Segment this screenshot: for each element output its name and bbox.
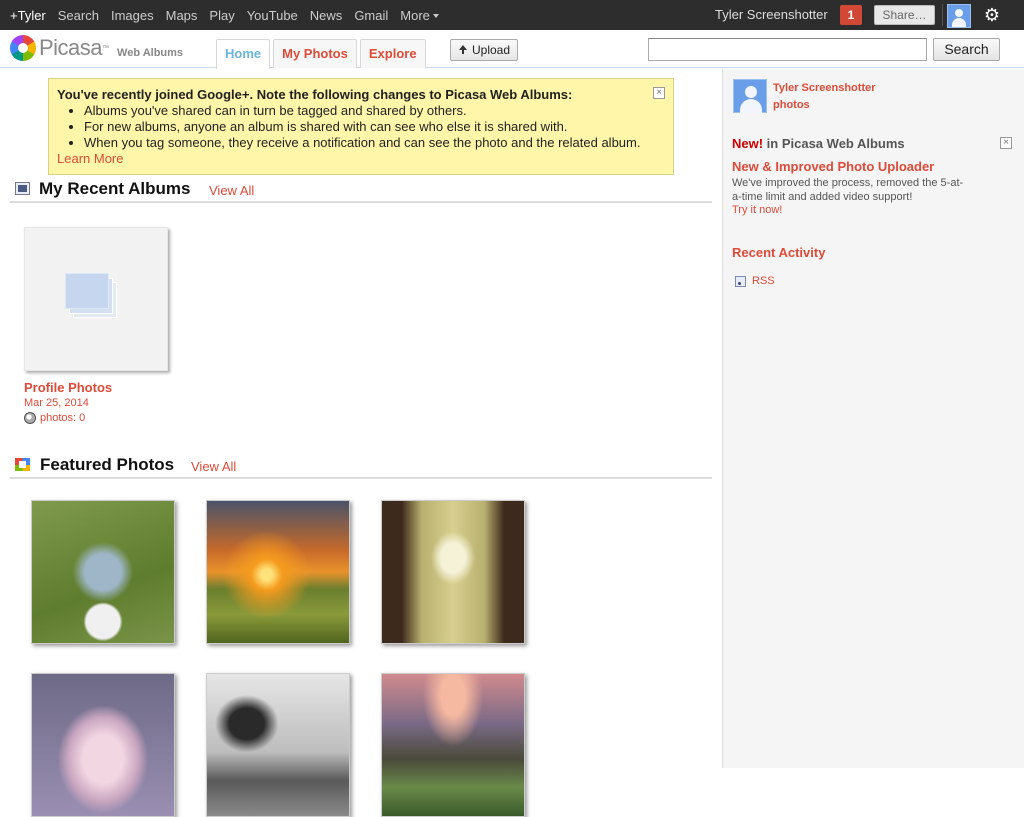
share-box[interactable]: Share… bbox=[874, 5, 935, 25]
upload-label: Upload bbox=[472, 43, 511, 57]
featured-photo-butterfly[interactable] bbox=[31, 500, 175, 644]
tab-my-photos[interactable]: My Photos bbox=[273, 39, 357, 68]
whats-new-heading: New! in Picasa Web Albums bbox=[732, 136, 905, 151]
picasa-header: Picasa ™ Web Albums Home My Photos Explor… bbox=[0, 30, 1024, 69]
gbar-item-gmail[interactable]: Gmail bbox=[348, 0, 394, 30]
gbar-item-news[interactable]: News bbox=[304, 0, 349, 30]
close-icon[interactable]: × bbox=[1000, 137, 1012, 149]
featured-photo-portrait[interactable] bbox=[206, 673, 350, 817]
featured-photos-header: Featured Photos View All bbox=[10, 455, 712, 479]
try-it-now-link[interactable]: Try it now! bbox=[732, 204, 782, 216]
notice-list: Albums you've shared can in turn be tagg… bbox=[84, 103, 665, 151]
album-thumbnail[interactable] bbox=[24, 227, 168, 371]
search-button[interactable]: Search bbox=[933, 38, 1000, 61]
picasa-logo[interactable]: Picasa ™ Web Albums bbox=[10, 35, 183, 61]
notification-badge[interactable]: 1 bbox=[840, 5, 862, 25]
featured-photos-view-all[interactable]: View All bbox=[191, 459, 236, 474]
sidebar-photos-link[interactable]: photos bbox=[773, 99, 810, 111]
upload-button[interactable]: Upload bbox=[450, 39, 519, 61]
logo-text: Picasa bbox=[39, 35, 103, 60]
right-sidebar: Tyler Screenshotter photos New! in Picas… bbox=[722, 69, 1024, 768]
gbar-item-youtube[interactable]: YouTube bbox=[241, 0, 304, 30]
main-content: You've recently joined Google+. Note the… bbox=[0, 69, 722, 817]
album-name-link[interactable]: Profile Photos bbox=[24, 380, 112, 395]
rss-label: RSS bbox=[752, 275, 775, 287]
main-tabs: Home My Photos Explore bbox=[216, 39, 429, 69]
notice-bullet: For new albums, anyone an album is share… bbox=[84, 119, 665, 135]
google-bar: +Tyler Search Images Maps Play YouTube N… bbox=[0, 0, 1024, 30]
notice-bullet: Albums you've shared can in turn be tagg… bbox=[84, 103, 665, 119]
close-icon[interactable]: × bbox=[653, 87, 665, 99]
chevron-down-icon bbox=[432, 14, 439, 18]
album-photo-count[interactable]: photos: 0 bbox=[24, 412, 85, 424]
rss-link[interactable]: RSS bbox=[735, 275, 775, 287]
sidebar-avatar[interactable] bbox=[733, 79, 767, 113]
gbar-user-name[interactable]: Tyler Screenshotter bbox=[715, 7, 828, 22]
gbar-item-plus-tyler[interactable]: +Tyler bbox=[4, 0, 52, 30]
featured-photos-title: Featured Photos bbox=[40, 455, 175, 474]
new-label: New! bbox=[732, 136, 764, 151]
uploader-feature-description: We've improved the process, removed the … bbox=[732, 177, 964, 203]
gbar-more-menu[interactable]: More bbox=[394, 0, 445, 30]
gbar-item-images[interactable]: Images bbox=[105, 0, 160, 30]
gbar-item-play[interactable]: Play bbox=[203, 0, 240, 30]
tab-home[interactable]: Home bbox=[216, 39, 271, 69]
gbar-item-maps[interactable]: Maps bbox=[160, 0, 204, 30]
featured-icon bbox=[15, 458, 30, 471]
notice-bullet: When you tag someone, they receive a not… bbox=[84, 135, 665, 151]
search-input[interactable] bbox=[648, 38, 927, 61]
gear-icon[interactable]: ⚙ bbox=[982, 5, 1002, 25]
uploader-feature-link[interactable]: New & Improved Photo Uploader bbox=[732, 159, 934, 174]
album-placeholder-layer bbox=[65, 273, 109, 309]
album-count-label: photos: 0 bbox=[40, 412, 86, 424]
sidebar-user-name[interactable]: Tyler Screenshotter bbox=[773, 82, 876, 94]
recent-activity-heading: Recent Activity bbox=[732, 245, 826, 260]
recent-albums-view-all[interactable]: View All bbox=[209, 183, 254, 198]
album-date: Mar 25, 2014 bbox=[24, 397, 89, 409]
gbar-item-search[interactable]: Search bbox=[52, 0, 105, 30]
notice-title: You've recently joined Google+. Note the… bbox=[57, 87, 573, 102]
picasa-logo-icon bbox=[10, 35, 36, 61]
logo-subtitle: Web Albums bbox=[117, 47, 184, 59]
tab-explore[interactable]: Explore bbox=[359, 39, 426, 68]
albums-icon bbox=[15, 182, 30, 195]
featured-photo-flower[interactable] bbox=[31, 673, 175, 817]
featured-photo-canyon[interactable] bbox=[381, 673, 525, 817]
featured-photo-sunset-field[interactable] bbox=[206, 500, 350, 644]
gbar-more-label: More bbox=[400, 7, 430, 23]
globe-icon bbox=[24, 412, 36, 424]
gbar-divider bbox=[942, 4, 943, 26]
upload-icon bbox=[458, 45, 468, 55]
google-plus-notice: You've recently joined Google+. Note the… bbox=[48, 78, 674, 175]
logo-trademark: ™ bbox=[102, 44, 110, 52]
new-suffix: in Picasa Web Albums bbox=[763, 136, 905, 151]
rss-icon bbox=[735, 275, 746, 287]
recent-albums-header: My Recent Albums View All bbox=[10, 179, 712, 203]
recent-albums-title: My Recent Albums bbox=[39, 179, 191, 198]
google-bar-nav: +Tyler Search Images Maps Play YouTube N… bbox=[4, 0, 445, 30]
avatar[interactable] bbox=[947, 4, 971, 28]
learn-more-link[interactable]: Learn More bbox=[57, 151, 665, 167]
featured-photo-doorway[interactable] bbox=[381, 500, 525, 644]
